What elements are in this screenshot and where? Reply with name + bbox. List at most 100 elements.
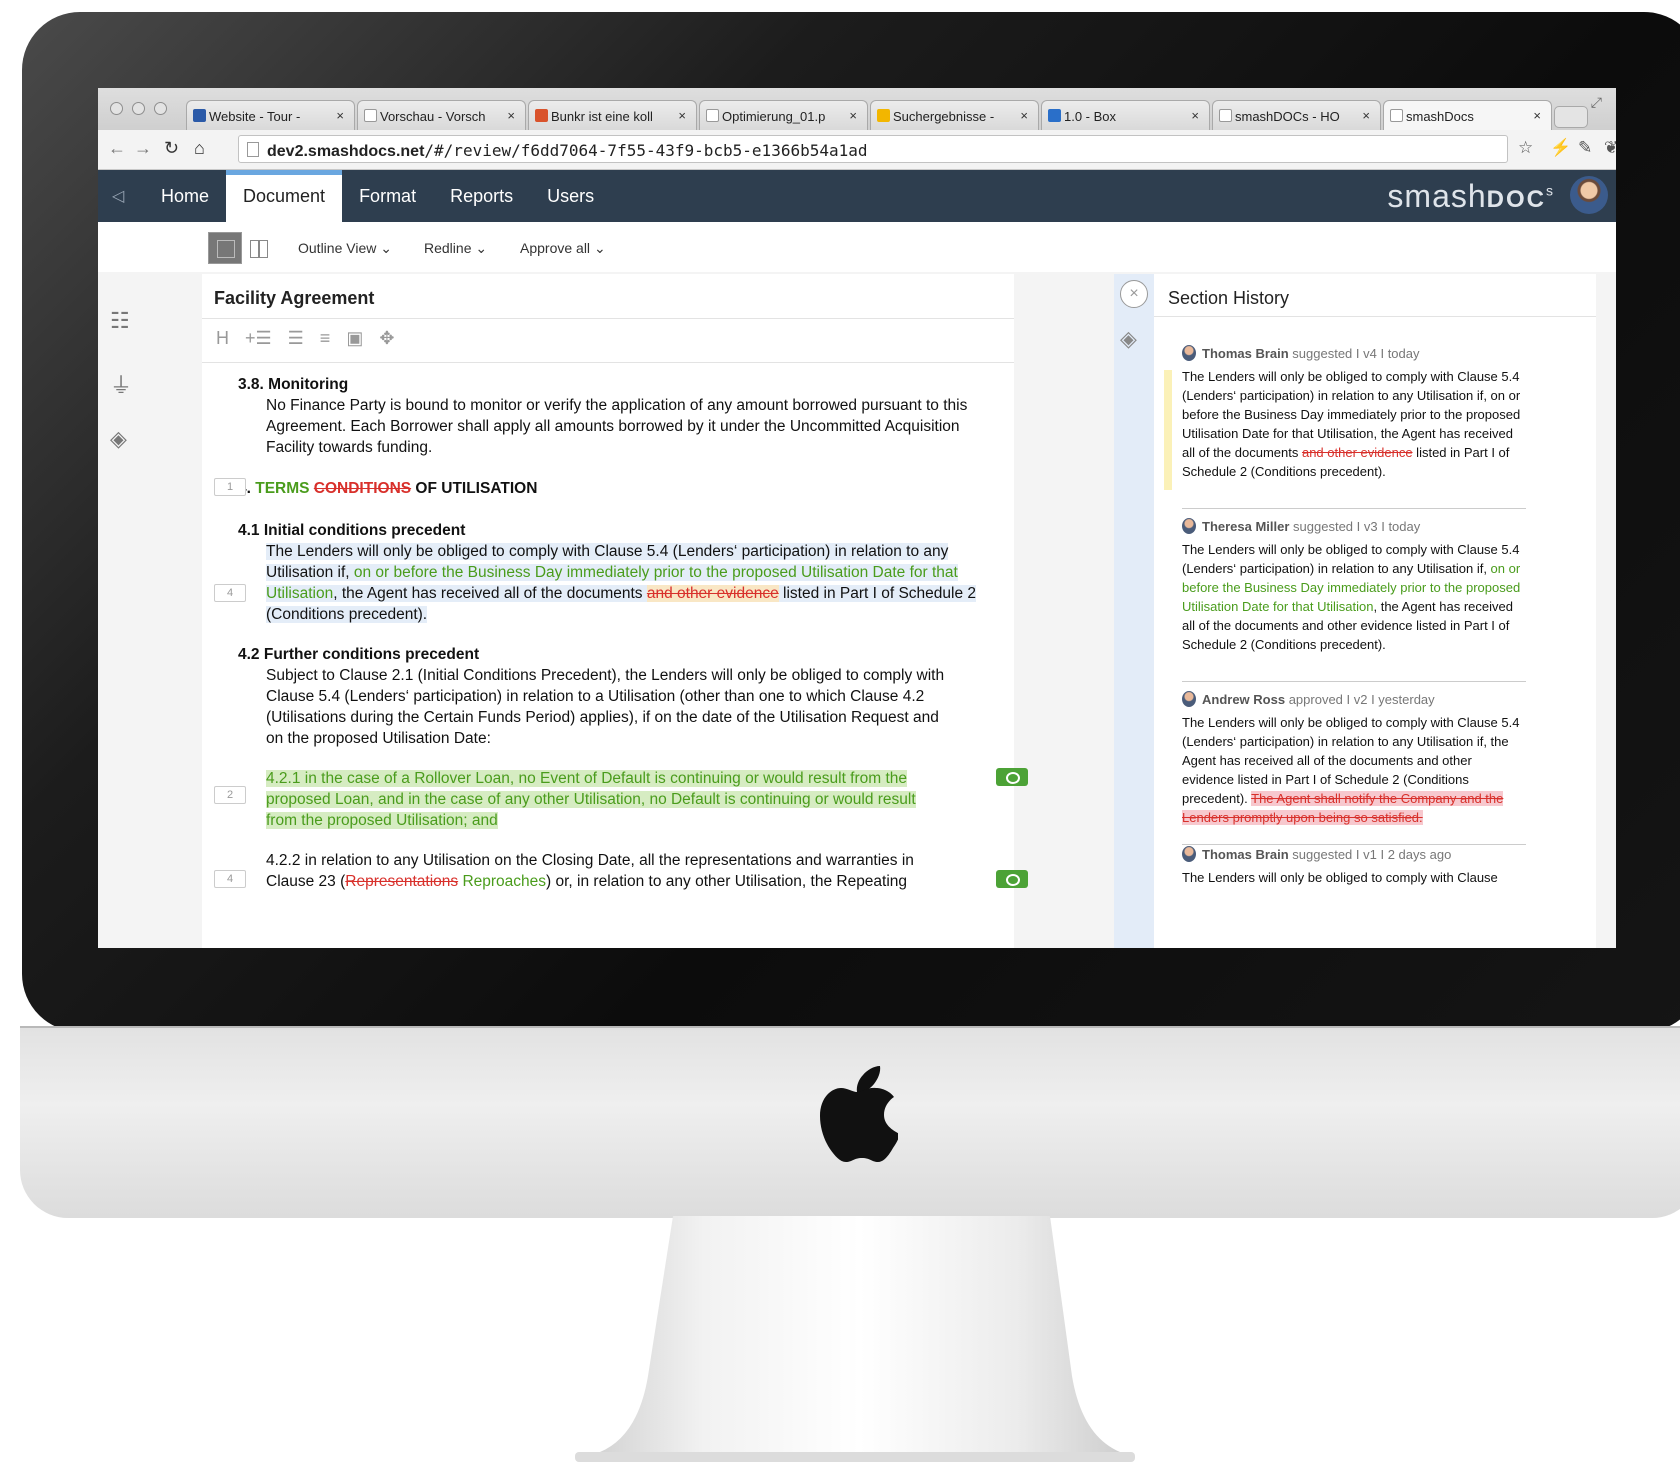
close-tab-icon[interactable]: × bbox=[1362, 108, 1370, 123]
change-count-badge[interactable]: 4 bbox=[214, 584, 246, 602]
browser-tab[interactable]: Optimierung_01.p × bbox=[699, 100, 868, 130]
approve-all-dropdown[interactable]: Approve all ⌄ bbox=[520, 240, 606, 257]
author-avatar bbox=[1182, 846, 1196, 862]
app-nav-bar: ◁ Home Document Format Reports Users sma… bbox=[98, 170, 1616, 222]
layers-icon[interactable]: ◈ bbox=[110, 426, 138, 454]
outline-tree-icon[interactable]: ☷ bbox=[110, 308, 138, 336]
close-tab-icon[interactable]: × bbox=[1020, 108, 1028, 123]
close-tab-icon[interactable]: × bbox=[1191, 108, 1199, 123]
menu-document[interactable]: Document bbox=[226, 170, 343, 222]
move-icon[interactable]: ✥ bbox=[379, 328, 394, 349]
format-toolbar: H +☰ ☰ ≡ ▣ ✥ bbox=[216, 328, 394, 349]
change-count-badge[interactable]: 1 bbox=[214, 478, 246, 496]
deleted-text: Representations bbox=[345, 873, 459, 890]
deleted-text: CONDITIONS bbox=[313, 480, 412, 497]
home-icon[interactable]: ⌂ bbox=[194, 138, 205, 159]
browser-tab[interactable]: 1.0 - Box × bbox=[1041, 100, 1210, 130]
lightning-icon[interactable]: ⚡ bbox=[1550, 138, 1571, 158]
main-menu: Home Document Format Reports Users bbox=[144, 170, 611, 222]
change-count-badge[interactable]: 2 bbox=[214, 786, 246, 804]
section-heading: 3.8. Monitoring bbox=[238, 376, 349, 393]
page-favicon-icon bbox=[364, 109, 377, 122]
chevron-down-icon: ⌄ bbox=[593, 240, 606, 256]
current-version-marker bbox=[1164, 370, 1172, 490]
user-avatar[interactable] bbox=[1570, 176, 1608, 214]
section-3-8[interactable]: 3.8. Monitoring No Finance Party is boun… bbox=[238, 374, 978, 458]
reload-icon[interactable]: ↻ bbox=[164, 138, 179, 159]
wrench-icon[interactable]: ✎ bbox=[1578, 138, 1592, 158]
browser-tabs: Website - Tour - × Vorschau - Vorsch × Bu… bbox=[186, 100, 1588, 130]
section-body: Subject to Clause 2.1 (Initial Condition… bbox=[266, 667, 945, 747]
history-entry[interactable]: Thomas Brain suggested I v1 I 2 days ago… bbox=[1182, 845, 1526, 887]
entry-meta: Thomas Brain suggested I v4 I today bbox=[1182, 344, 1526, 363]
fullscreen-icon[interactable]: ⤢ bbox=[1591, 94, 1602, 111]
menu-home[interactable]: Home bbox=[144, 170, 226, 222]
section-4-2-2[interactable]: 4 4.2.2 in relation to any Utilisation o… bbox=[214, 850, 1028, 892]
section-4-2[interactable]: 4.2 Further conditions precedent Subject… bbox=[238, 644, 978, 749]
url-input[interactable]: dev2.smashdocs.net/#/review/f6dd7064-7f5… bbox=[238, 135, 1508, 163]
bunkr-favicon-icon bbox=[535, 109, 548, 122]
redline-dropdown[interactable]: Redline ⌄ bbox=[424, 240, 487, 257]
layers-icon[interactable]: ◈ bbox=[1120, 326, 1137, 352]
section-4-1[interactable]: 4.1 Initial conditions precedent 4 The L… bbox=[214, 520, 978, 625]
bookmark-star-icon[interactable]: ☆ bbox=[1518, 138, 1533, 158]
close-tab-icon[interactable]: × bbox=[849, 108, 857, 123]
approve-eye-icon[interactable] bbox=[996, 870, 1028, 888]
divider bbox=[1182, 508, 1526, 509]
close-tab-icon[interactable]: × bbox=[678, 108, 686, 123]
back-arrow-icon[interactable]: ← bbox=[108, 138, 126, 159]
divider bbox=[202, 362, 1014, 363]
new-tab-button[interactable] bbox=[1554, 106, 1588, 128]
insert-paragraph-icon[interactable]: +☰ bbox=[245, 328, 272, 349]
evernote-icon[interactable]: ❦ bbox=[1604, 138, 1616, 158]
entry-text: The Lenders will only be obliged to comp… bbox=[1182, 715, 1520, 825]
address-bar-row: ← → ↻ ⌂ dev2.smashdocs.net/#/review/f6dd… bbox=[98, 130, 1616, 170]
bullet-list-icon[interactable]: ☰ bbox=[288, 328, 304, 349]
url-text: dev2.smashdocs.net/#/review/f6dd7064-7f5… bbox=[267, 141, 868, 160]
history-entry[interactable]: Andrew Ross approved I v2 I yesterday Th… bbox=[1182, 690, 1526, 845]
numbered-list-icon[interactable]: ≡ bbox=[320, 328, 331, 349]
section-4-2-1[interactable]: 2 4.2.1 in the case of a Rollover Loan, … bbox=[214, 768, 1028, 831]
left-side-tools: ☷ ⏚ ◈ bbox=[98, 272, 196, 948]
menu-reports[interactable]: Reports bbox=[433, 170, 530, 222]
section-4[interactable]: 1 4. TERMS CONDITIONS OF UTILISATION bbox=[214, 478, 978, 499]
section-body: No Finance Party is bound to monitor or … bbox=[266, 397, 968, 456]
close-history-icon[interactable]: × bbox=[1120, 280, 1148, 308]
history-entry[interactable]: Theresa Miller suggested I v3 I today Th… bbox=[1182, 517, 1526, 682]
menu-format[interactable]: Format bbox=[342, 170, 433, 222]
browser-tab[interactable]: Suchergebnisse - × bbox=[870, 100, 1039, 130]
browser-tab[interactable]: Website - Tour - × bbox=[186, 100, 355, 130]
zoom-window-button[interactable] bbox=[154, 102, 167, 115]
split-view-button[interactable] bbox=[242, 232, 276, 264]
change-count-badge[interactable]: 4 bbox=[214, 870, 246, 888]
section-body: 4.2.2 in relation to any Utilisation on … bbox=[266, 852, 914, 890]
image-icon[interactable]: ▣ bbox=[346, 328, 363, 349]
heading-icon[interactable]: H bbox=[216, 328, 229, 349]
brand-logo: smashDOCs bbox=[1387, 178, 1554, 214]
menu-users[interactable]: Users bbox=[530, 170, 611, 222]
history-side-strip: × ◈ bbox=[1114, 274, 1154, 948]
screen: Website - Tour - × Vorschau - Vorsch × Bu… bbox=[98, 88, 1616, 948]
close-tab-icon[interactable]: × bbox=[1533, 108, 1541, 123]
entry-meta: Thomas Brain suggested I v1 I 2 days ago bbox=[1182, 845, 1526, 864]
close-tab-icon[interactable]: × bbox=[336, 108, 344, 123]
browser-tab[interactable]: smashDOCs - HO × bbox=[1212, 100, 1381, 130]
single-view-button[interactable] bbox=[208, 232, 242, 264]
browser-tab-active[interactable]: smashDocs × bbox=[1383, 100, 1552, 130]
approve-eye-icon[interactable] bbox=[996, 768, 1028, 786]
close-window-button[interactable] bbox=[110, 102, 123, 115]
entry-meta: Andrew Ross approved I v2 I yesterday bbox=[1182, 690, 1526, 709]
author-avatar bbox=[1182, 691, 1196, 707]
close-tab-icon[interactable]: × bbox=[507, 108, 515, 123]
collapse-nav-icon[interactable]: ◁ bbox=[112, 186, 124, 206]
deleted-text: and other evidence bbox=[646, 585, 779, 602]
browser-tab[interactable]: Bunkr ist eine koll × bbox=[528, 100, 697, 130]
history-entry[interactable]: Thomas Brain suggested I v4 I today The … bbox=[1164, 344, 1526, 509]
outline-view-dropdown[interactable]: Outline View ⌄ bbox=[298, 240, 392, 257]
minimize-window-button[interactable] bbox=[132, 102, 145, 115]
browser-tab[interactable]: Vorschau - Vorsch × bbox=[357, 100, 526, 130]
box-favicon-icon bbox=[1048, 109, 1061, 122]
filter-icon[interactable]: ⏚ bbox=[110, 368, 138, 398]
forward-arrow-icon[interactable]: → bbox=[134, 138, 152, 159]
drive-favicon-icon bbox=[877, 109, 890, 122]
